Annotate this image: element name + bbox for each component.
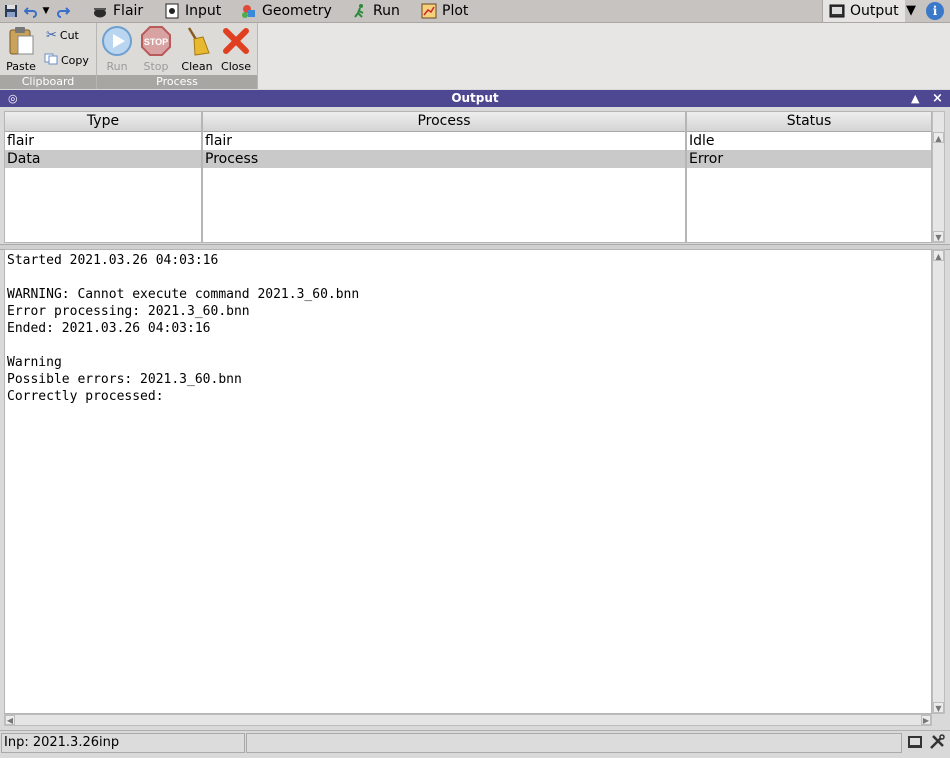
copy-icon — [44, 53, 58, 68]
process-column-header[interactable]: Process — [203, 112, 685, 132]
table-row[interactable]: flair — [203, 132, 685, 150]
table-vertical-scrollbar[interactable]: ▲ ▼ — [932, 111, 945, 243]
process-group-label: Process — [97, 75, 257, 89]
run-button[interactable]: Run — [98, 25, 136, 73]
output-panel-title: Output — [451, 91, 499, 105]
table-row[interactable]: Idle — [687, 132, 931, 150]
panel-close-icon[interactable]: × — [932, 90, 943, 107]
scroll-up-icon[interactable]: ▲ — [933, 250, 944, 261]
tab-input[interactable]: Input — [164, 0, 221, 22]
tab-geometry-label: Geometry — [262, 3, 332, 19]
redo-icon[interactable] — [54, 2, 72, 20]
close-button[interactable]: Close — [217, 25, 255, 73]
close-x-icon — [220, 25, 252, 57]
copy-button[interactable]: Copy — [44, 53, 89, 68]
paste-icon — [5, 25, 37, 57]
paste-button[interactable]: Paste — [2, 25, 40, 73]
status-column-header[interactable]: Status — [687, 112, 931, 132]
console-text: Started 2021.03.26 04:03:16 WARNING: Can… — [7, 253, 360, 404]
scissors-icon: ✂ — [46, 28, 57, 43]
run-label: Run — [106, 60, 128, 73]
undo-icon[interactable] — [22, 2, 40, 20]
cauldron-icon — [92, 3, 108, 19]
console-vertical-scrollbar[interactable]: ▲ ▼ — [932, 249, 945, 714]
cut-label: Cut — [59, 29, 79, 42]
status-column: Status Idle Error — [686, 111, 932, 243]
output-console[interactable]: Started 2021.03.26 04:03:16 WARNING: Can… — [4, 249, 932, 714]
input-card-icon — [164, 3, 180, 19]
output-panel-header: ◎ Output ▲ × — [0, 90, 950, 107]
stop-button[interactable]: STOP Stop — [137, 25, 175, 73]
scroll-down-icon[interactable]: ▼ — [933, 702, 944, 713]
svg-text:STOP: STOP — [144, 37, 168, 47]
console-horizontal-scrollbar[interactable]: ◀ ▶ — [4, 714, 932, 726]
tools-icon[interactable] — [929, 734, 945, 754]
clipboard-group-label: Clipboard — [0, 75, 96, 89]
table-row[interactable]: Error — [687, 150, 931, 168]
play-icon — [101, 25, 133, 57]
undo-dropdown-icon[interactable]: ▼ — [40, 2, 52, 20]
plot-icon — [421, 3, 437, 19]
status-message-area — [246, 733, 902, 753]
ribbon: Paste ✂ Cut Copy Clipboard Run STOP Stop — [0, 23, 950, 89]
info-icon[interactable]: i — [926, 2, 944, 20]
type-column-header[interactable]: Type — [5, 112, 201, 132]
scroll-right-icon[interactable]: ▶ — [921, 715, 931, 725]
process-group: Run STOP Stop Clean Close Process — [97, 23, 258, 89]
geometry-icon — [241, 3, 257, 19]
close-label: Close — [221, 60, 251, 73]
save-icon[interactable] — [2, 2, 20, 20]
scroll-down-icon[interactable]: ▼ — [933, 231, 944, 242]
tabs-dropdown-icon[interactable]: ▼ — [906, 3, 916, 18]
copy-label: Copy — [61, 54, 89, 67]
broom-icon — [181, 25, 213, 57]
scroll-up-icon[interactable]: ▲ — [933, 132, 944, 143]
tab-output-label: Output — [850, 3, 899, 19]
cut-button[interactable]: ✂ Cut — [46, 28, 79, 43]
stop-label: Stop — [143, 60, 169, 73]
tab-run-label: Run — [373, 3, 400, 19]
paste-label: Paste — [6, 60, 36, 73]
tab-geometry[interactable]: Geometry — [241, 0, 332, 22]
clean-label: Clean — [181, 60, 213, 73]
runner-icon — [352, 3, 368, 19]
table-row[interactable]: Data — [5, 150, 201, 168]
tab-plot-label: Plot — [442, 3, 469, 19]
clipboard-group: Paste ✂ Cut Copy Clipboard — [0, 23, 97, 89]
maximize-icon[interactable]: ▲ — [911, 90, 919, 107]
status-input-file: Inp: 2021.3.26inp — [1, 733, 245, 753]
table-row[interactable]: Process — [203, 150, 685, 168]
top-tab-bar: ▼ Flair Input Geometry Run Plot Output ▼… — [0, 0, 950, 23]
tab-flair[interactable]: Flair — [92, 0, 143, 22]
tab-plot[interactable]: Plot — [421, 0, 468, 22]
stop-sign-icon: STOP — [140, 25, 172, 57]
status-bar: Inp: 2021.3.26inp — [0, 730, 950, 758]
clean-button[interactable]: Clean — [178, 25, 216, 73]
terminal-icon — [829, 3, 845, 19]
tab-flair-label: Flair — [113, 3, 144, 19]
scroll-left-icon[interactable]: ◀ — [5, 715, 15, 725]
process-table: Type flair Data Process flair Process St… — [4, 111, 932, 243]
table-row[interactable]: flair — [5, 132, 201, 150]
process-column: Process flair Process — [202, 111, 686, 243]
terminal-icon[interactable] — [907, 735, 923, 753]
tab-input-label: Input — [185, 3, 222, 19]
tab-run[interactable]: Run — [352, 0, 400, 22]
type-column: Type flair Data — [4, 111, 202, 243]
tab-output[interactable]: Output — [822, 0, 905, 22]
